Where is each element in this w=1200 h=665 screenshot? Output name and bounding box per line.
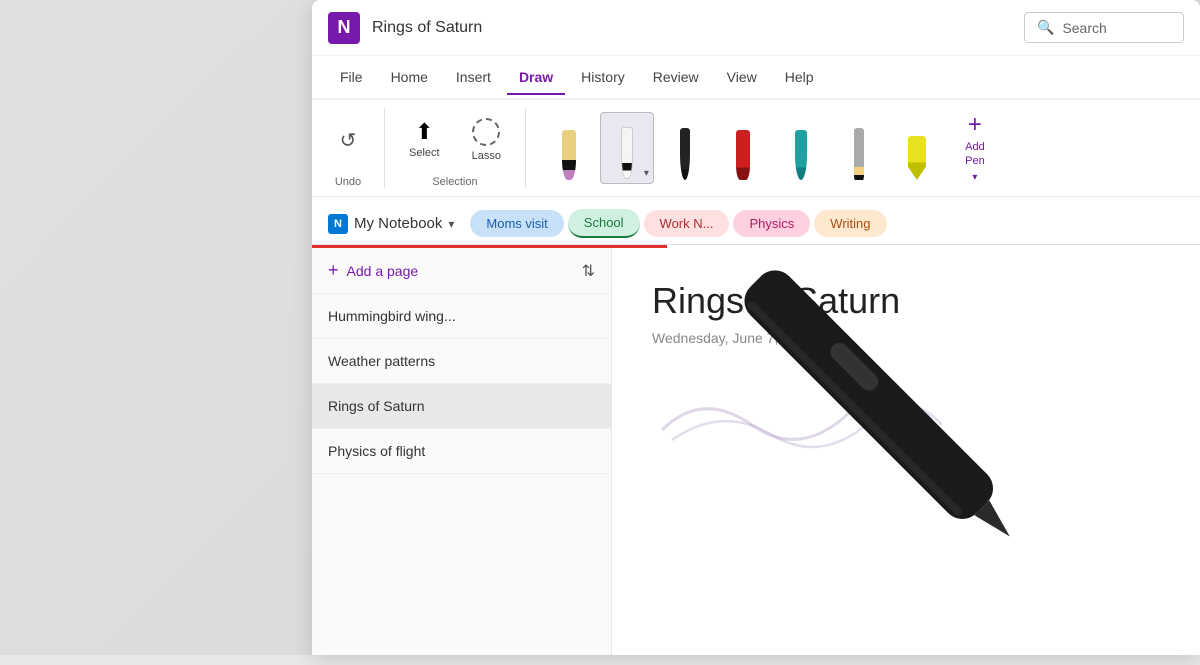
pen-5[interactable] (774, 112, 828, 184)
menu-bar: File Home Insert Draw History Review Vie… (312, 56, 1200, 100)
sort-icon[interactable]: ⇅ (582, 261, 595, 281)
menu-draw[interactable]: Draw (507, 61, 565, 93)
main-content: + Add a page ⇅ Hummingbird wing... Weath… (312, 248, 1200, 655)
menu-history[interactable]: History (569, 61, 637, 93)
page-hummingbird[interactable]: Hummingbird wing... (312, 294, 611, 339)
page-physics-of-flight[interactable]: Physics of flight (312, 429, 611, 474)
onenote-window: N Rings of Saturn 🔍 Search File Home Ins… (312, 0, 1200, 655)
menu-view[interactable]: View (715, 61, 769, 93)
pen-5-shape (795, 130, 807, 180)
tabs-bar: N My Notebook ▾ Moms visit School Work N… (312, 197, 1200, 245)
add-pen-button[interactable]: + AddPen ▾ (948, 112, 1002, 184)
handwriting-decoration (652, 370, 952, 450)
app-logo: N (328, 12, 360, 44)
undo-group: ↺ Undo (328, 108, 385, 188)
search-box[interactable]: 🔍 Search (1024, 12, 1184, 43)
pen-4[interactable] (716, 112, 770, 184)
add-pen-label: AddPen (965, 141, 985, 167)
lasso-label: Lasso (472, 150, 501, 162)
undo-label: Undo (335, 176, 361, 188)
app-title: Rings of Saturn (372, 19, 1024, 37)
menu-file[interactable]: File (328, 61, 375, 93)
add-page-button[interactable]: + Add a page ⇅ (312, 248, 611, 294)
pen-2-dropdown-icon: ▾ (644, 168, 649, 179)
tab-work[interactable]: Work N... (644, 210, 730, 237)
menu-help[interactable]: Help (773, 61, 826, 93)
add-pen-chevron-icon: ▾ (972, 172, 977, 183)
pen-2-shape (621, 127, 633, 179)
ribbon: ↺ Undo ⬆ Select Lasso Selection (312, 100, 1200, 197)
selection-group: ⬆ Select Lasso Selection (401, 108, 526, 188)
menu-insert[interactable]: Insert (444, 61, 503, 93)
notebook-icon: N (328, 214, 348, 234)
note-content (652, 370, 1160, 455)
tab-physics[interactable]: Physics (733, 210, 810, 237)
select-icon: ⬆ (415, 121, 433, 143)
lasso-icon (472, 118, 500, 146)
notebook-selector[interactable]: N My Notebook ▾ (328, 214, 454, 234)
pen-6-shape (854, 128, 864, 180)
search-icon: 🔍 (1037, 19, 1054, 36)
page-weather[interactable]: Weather patterns (312, 339, 611, 384)
notebook-name: My Notebook (354, 215, 442, 232)
page-rings-of-saturn[interactable]: Rings of Saturn (312, 384, 611, 429)
add-page-label: Add a page (347, 263, 419, 279)
add-pen-plus-icon: + (968, 113, 982, 137)
pen-1[interactable] (542, 112, 596, 184)
selection-label: Selection (432, 176, 477, 188)
pen-7[interactable] (890, 112, 944, 184)
note-title: Rings of Saturn (652, 280, 1160, 322)
tab-moms-visit[interactable]: Moms visit (470, 210, 563, 237)
pen-3-shape (680, 128, 690, 180)
notebook-chevron-icon: ▾ (448, 217, 454, 231)
pages-sidebar: + Add a page ⇅ Hummingbird wing... Weath… (312, 248, 612, 655)
search-label: Search (1062, 20, 1106, 36)
lasso-button[interactable]: Lasso (464, 114, 509, 166)
undo-button[interactable]: ↺ (328, 120, 368, 160)
pen-6[interactable] (832, 112, 886, 184)
note-area: Rings of Saturn Wednesday, June 7, 2021 (612, 248, 1200, 655)
pen-7-shape (908, 136, 926, 180)
pen-4-shape (736, 130, 750, 180)
add-page-plus-icon: + (328, 260, 339, 281)
select-label: Select (409, 147, 440, 159)
title-bar: N Rings of Saturn 🔍 Search (312, 0, 1200, 56)
tab-writing[interactable]: Writing (814, 210, 886, 237)
menu-home[interactable]: Home (379, 61, 440, 93)
pen-1-shape (562, 130, 576, 180)
tab-school[interactable]: School (568, 209, 640, 238)
menu-review[interactable]: Review (641, 61, 711, 93)
pen-2[interactable]: ▾ (600, 112, 654, 184)
select-button[interactable]: ⬆ Select (401, 117, 448, 163)
pen-3[interactable] (658, 112, 712, 184)
note-date: Wednesday, June 7, 2021 (652, 330, 1160, 346)
pen-tools: ▾ + AddPen (542, 112, 1002, 184)
